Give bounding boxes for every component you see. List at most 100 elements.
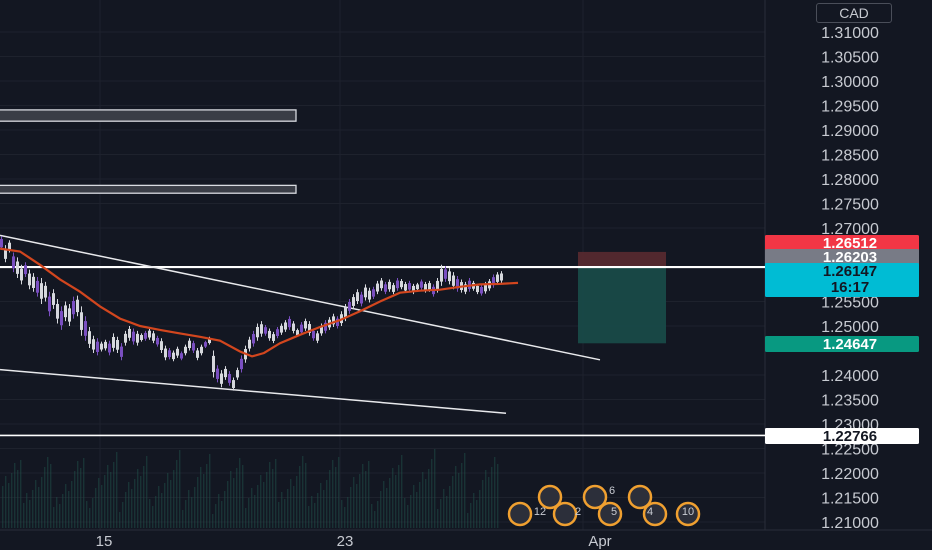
candle-body xyxy=(452,275,455,286)
volume-bar xyxy=(338,457,340,528)
event-count: 12 xyxy=(534,506,546,518)
candle-body xyxy=(72,301,75,315)
volume-bar xyxy=(86,501,88,528)
price-tick-label: 1.21000 xyxy=(821,515,879,532)
volume-bar xyxy=(224,491,226,528)
trendline[interactable] xyxy=(0,368,507,414)
volume-bar xyxy=(131,489,133,528)
candle-body xyxy=(252,334,255,344)
economic-calendar-events[interactable]: 6 12 2 5 4 10 xyxy=(507,484,701,527)
volume-bar xyxy=(185,500,187,528)
candle-body xyxy=(36,280,39,293)
zone-box[interactable] xyxy=(0,184,297,194)
candle-body xyxy=(100,343,103,350)
zone-box[interactable] xyxy=(0,109,297,122)
candle-body xyxy=(60,311,63,326)
volume-bar xyxy=(377,501,379,528)
candle-body xyxy=(248,339,251,349)
candle-body xyxy=(280,325,283,333)
volume-bar xyxy=(188,490,190,528)
short-position-tool[interactable] xyxy=(578,251,666,344)
volume-bar xyxy=(41,477,43,528)
candle-body xyxy=(20,268,23,281)
candle-body xyxy=(316,333,319,341)
candle-body xyxy=(140,335,143,341)
candle-body xyxy=(448,271,451,282)
candle-body xyxy=(148,330,151,338)
time-axis[interactable]: 15 23 Apr xyxy=(96,533,612,550)
price-tick-label: 1.30000 xyxy=(821,74,879,91)
event-icon[interactable] xyxy=(507,501,533,527)
volume-bar xyxy=(260,475,262,528)
price-tick-label: 1.30500 xyxy=(821,50,879,67)
candle-body xyxy=(220,373,223,384)
take-profit-zone[interactable] xyxy=(578,267,666,344)
event-icon[interactable] xyxy=(552,501,578,527)
candle-body xyxy=(228,374,231,383)
volume-bar xyxy=(53,507,55,528)
stop-loss-zone[interactable] xyxy=(578,251,666,268)
candle-body xyxy=(240,358,243,370)
candle-body xyxy=(392,285,395,292)
candle-body xyxy=(184,346,187,354)
candle-body xyxy=(156,337,159,345)
volume-bar xyxy=(218,494,220,528)
volume-bar xyxy=(464,453,466,528)
volume-bar xyxy=(314,503,316,528)
volume-bar xyxy=(167,473,169,528)
volume-bar xyxy=(458,473,460,528)
volume-bar xyxy=(485,470,487,528)
volume-bar xyxy=(116,452,118,528)
candle-body xyxy=(356,292,359,302)
volume-bar xyxy=(8,483,10,528)
volume-bar xyxy=(350,487,352,528)
candle-body xyxy=(12,256,15,269)
price-tick-label: 1.29000 xyxy=(821,123,879,140)
volume-bar xyxy=(311,496,313,528)
volume-bar xyxy=(290,479,292,528)
volume-bar xyxy=(71,481,73,528)
volume-bar xyxy=(323,490,325,528)
volume-bar xyxy=(482,480,484,528)
volume-bar xyxy=(284,499,286,528)
volume-bar xyxy=(245,508,247,528)
volume-bar xyxy=(443,489,445,528)
price-tick-label: 1.29500 xyxy=(821,99,879,116)
price-tick-label: 1.21500 xyxy=(821,491,879,508)
currency-button[interactable]: CAD xyxy=(816,3,892,23)
volume-bar xyxy=(35,480,37,528)
horizontal-zones[interactable] xyxy=(0,109,297,194)
volume-bar xyxy=(332,460,334,528)
volume-bar xyxy=(308,506,310,528)
volume-bar xyxy=(191,497,193,528)
candle-body xyxy=(312,330,315,339)
volume-bar xyxy=(368,461,370,528)
price-tag-value: 1.26147 xyxy=(823,263,877,280)
volume-bar xyxy=(203,474,205,528)
price-tag-value: 1.24647 xyxy=(823,336,877,353)
event-count: 6 xyxy=(609,485,615,497)
volume-bar xyxy=(371,504,373,528)
price-tick-label: 1.22000 xyxy=(821,466,879,483)
candle-body xyxy=(496,274,499,282)
volume-bar xyxy=(446,496,448,528)
candle-body xyxy=(400,281,403,288)
volume-bar xyxy=(122,502,124,528)
volume-bar xyxy=(335,467,337,528)
volume-bar xyxy=(428,469,430,528)
volume-bar xyxy=(113,462,115,528)
time-tick-label: 15 xyxy=(96,533,113,550)
price-tags: 1.265121.262031.2614716:171.246471.22766 xyxy=(765,235,919,445)
candle-body xyxy=(168,350,171,358)
volume-bar xyxy=(248,498,250,528)
candle-body xyxy=(68,308,71,322)
candle-body xyxy=(188,340,191,349)
volume-bar xyxy=(329,470,331,528)
volume-bar xyxy=(320,483,322,528)
volume-bar xyxy=(296,476,298,528)
price-chart[interactable]: 6 12 2 5 4 10 1.31000 1.30500 1.30000 1.29500 1.2… xyxy=(0,0,932,550)
trendlines[interactable] xyxy=(0,234,601,414)
volume-bar xyxy=(395,475,397,528)
candle-body xyxy=(408,283,411,290)
volume-bar xyxy=(134,479,136,528)
